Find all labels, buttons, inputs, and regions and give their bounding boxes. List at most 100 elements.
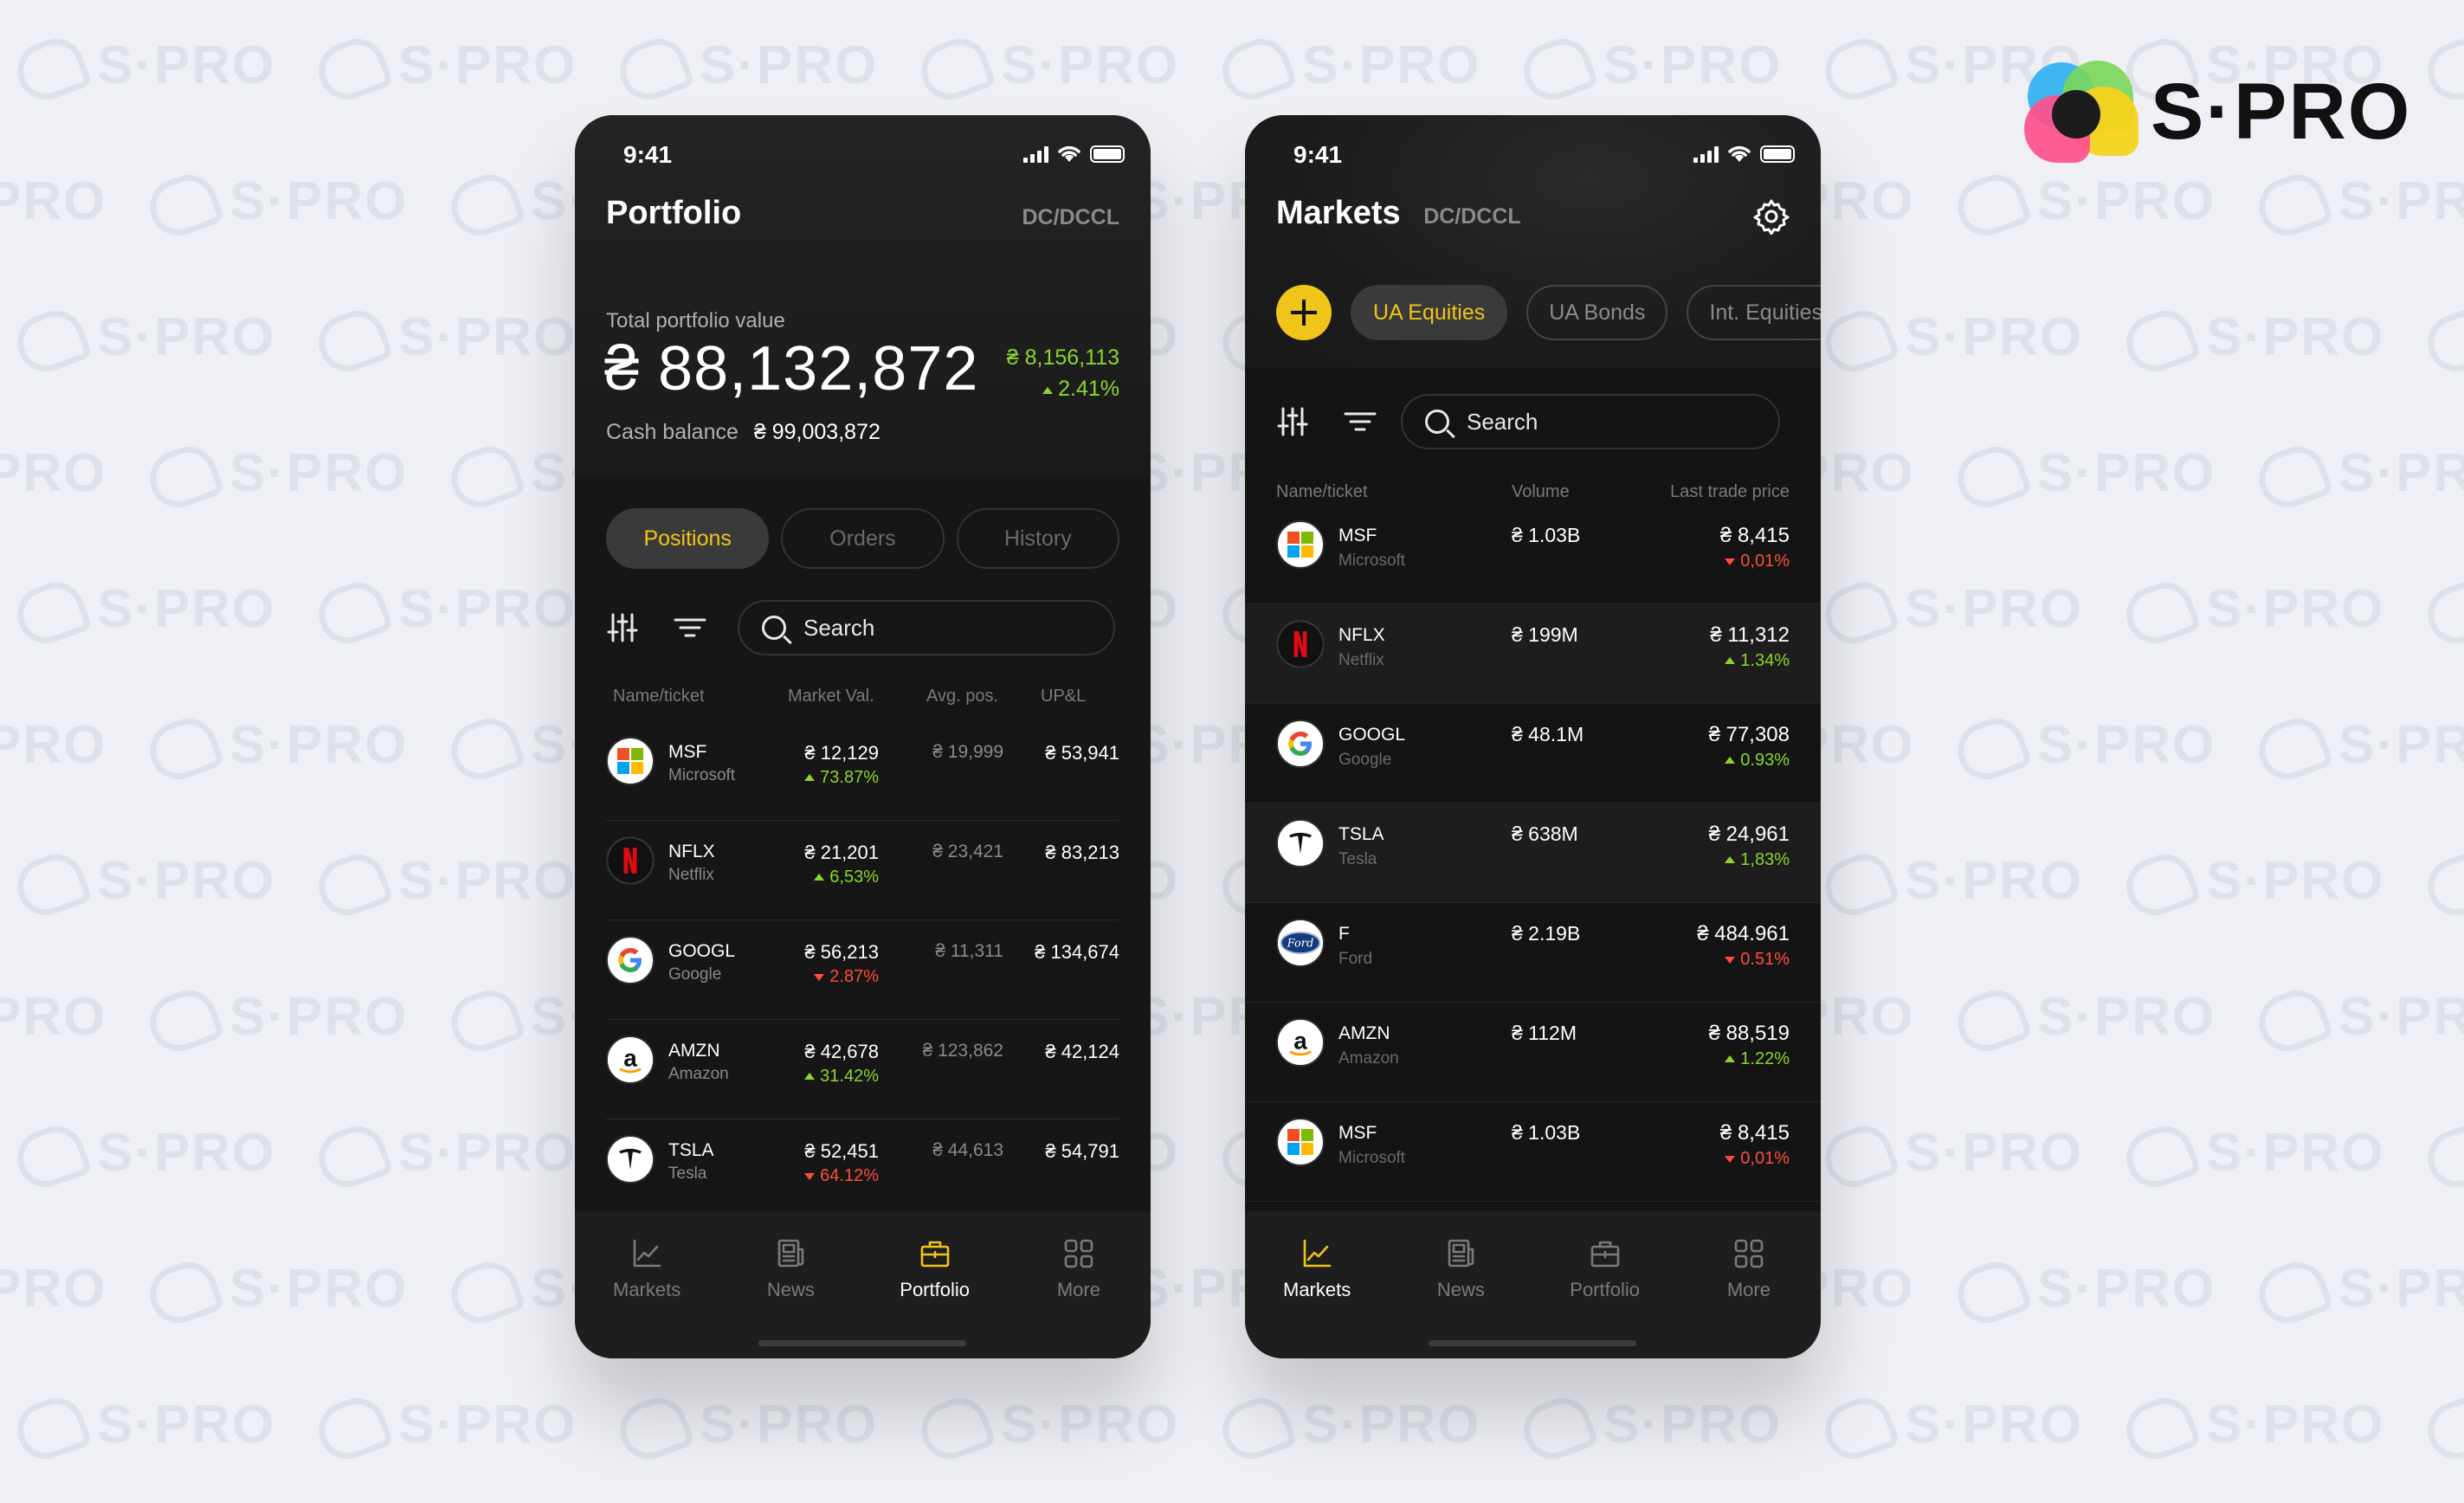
- column-header-avg-pos: Avg. pos.: [926, 687, 999, 706]
- watermark-tile: S·PRO: [2119, 302, 2384, 379]
- avg-position: ₴ 11,311: [935, 941, 1003, 961]
- arrow-up-icon: [804, 774, 816, 781]
- adjust-sliders-icon[interactable]: [606, 611, 639, 644]
- search-icon: [762, 616, 786, 640]
- watermark-tile: S·PRO: [2119, 574, 2384, 651]
- table-row[interactable]: a AMZN Amazon ₴ 112M ₴ 88,519 1.22%: [1245, 1003, 1821, 1102]
- market-value: ₴ 21,201: [804, 842, 879, 863]
- positions-list: MSF Microsoft ₴ 12,129 73.87% ₴ 19,999 ₴ 53,9…: [606, 721, 1119, 1219]
- tesla-icon: [606, 1135, 655, 1184]
- watermark-tile: S·PRO: [311, 1118, 577, 1195]
- status-bar: 9:41: [1245, 134, 1821, 177]
- watermark-tile: S·PRO: [2251, 982, 2464, 1059]
- arrow-up-icon: [1725, 657, 1736, 664]
- nav-item-news[interactable]: News: [1389, 1211, 1532, 1358]
- tab-history[interactable]: History: [956, 508, 1119, 569]
- change-percent: 0.93%: [1725, 751, 1790, 771]
- gear-icon[interactable]: [1753, 198, 1790, 235]
- change-percent: 64.12%: [804, 1166, 879, 1186]
- search-input[interactable]: Search: [1401, 394, 1780, 449]
- amazon-icon: a: [1276, 1018, 1325, 1067]
- volume: ₴ 112M: [1512, 1022, 1577, 1044]
- add-icon[interactable]: [1276, 285, 1332, 340]
- watermark-tile: S·PRO: [1817, 1118, 2083, 1195]
- adjust-sliders-icon[interactable]: [1276, 405, 1309, 438]
- column-header-name: Name/ticket: [613, 687, 705, 706]
- nav-item-news[interactable]: News: [719, 1211, 862, 1358]
- watermark-tile: S·PRO: [2251, 1254, 2464, 1331]
- cash-balance-value: ₴ 99,003,872: [753, 420, 880, 444]
- portfolio-tabs: Positions Orders History: [606, 508, 1119, 569]
- table-row[interactable]: MSF Microsoft ₴ 1.03B ₴ 8,415 0,01%: [1245, 505, 1821, 604]
- change-percent: 1.22%: [1725, 1049, 1790, 1069]
- svg-text:a: a: [1293, 1027, 1307, 1054]
- ticker: GOOGL: [1338, 725, 1406, 745]
- table-row[interactable]: MSF Microsoft ₴ 1.03B ₴ 8,415 0,01%: [1245, 1102, 1821, 1202]
- nav-item-portfolio[interactable]: Portfolio: [863, 1211, 1007, 1358]
- table-row[interactable]: Ford F Ford ₴ 2.19B ₴ 484.961 0.51%: [1245, 903, 1821, 1003]
- nav-item-portfolio[interactable]: Portfolio: [1533, 1211, 1677, 1358]
- nav-item-more[interactable]: More: [1007, 1211, 1151, 1358]
- company-name: Amazon: [1338, 1049, 1399, 1068]
- watermark-tile: S·PRO: [612, 1390, 878, 1467]
- company-name: Ford: [1338, 950, 1373, 968]
- table-row[interactable]: GOOGL Google ₴ 48.1M ₴ 77,308 0.93%: [1245, 704, 1821, 803]
- table-row[interactable]: a AMZN Amazon ₴ 42,678 31.42% ₴ 123,862 ₴ 42,1…: [606, 1020, 1119, 1119]
- ticker: F: [1338, 924, 1350, 944]
- nav-item-markets[interactable]: Markets: [575, 1211, 719, 1358]
- chip-ua-bonds[interactable]: UA Bonds: [1526, 285, 1668, 340]
- total-change-amount: ₴ 8,156,113: [1006, 345, 1119, 370]
- google-icon: [1276, 719, 1325, 768]
- ticker: NFLX: [1338, 625, 1385, 645]
- tab-positions[interactable]: Positions: [606, 508, 770, 569]
- watermark-tile: S·PRO: [1215, 1390, 1480, 1467]
- cash-balance: Cash balance ₴ 99,003,872: [606, 420, 880, 445]
- google-icon: [606, 936, 655, 984]
- chip-int-equities[interactable]: Int. Equities: [1687, 285, 1821, 340]
- account-code[interactable]: DC/DCCL: [1022, 205, 1120, 230]
- nav-item-more[interactable]: More: [1677, 1211, 1821, 1358]
- company-name: Netflix: [1338, 651, 1384, 669]
- table-row[interactable]: NFLX Netflix ₴ 21,201 6,53% ₴ 23,421 ₴ 83,213: [606, 821, 1119, 920]
- watermark-tile: S·PRO: [1950, 438, 2216, 515]
- market-value: ₴ 56,213: [804, 941, 879, 963]
- watermark-tile: S·PRO: [913, 30, 1179, 107]
- watermark-tile: S·PRO: [311, 574, 577, 651]
- tab-orders[interactable]: Orders: [781, 508, 945, 569]
- sort-filter-icon[interactable]: [1344, 405, 1377, 438]
- company-name: Microsoft: [668, 766, 736, 784]
- change-percent: 1,83%: [1725, 850, 1790, 870]
- nav-item-markets[interactable]: Markets: [1245, 1211, 1389, 1358]
- company-name: Netflix: [668, 866, 714, 884]
- table-row[interactable]: GOOGL Google ₴ 56,213 2.87% ₴ 11,311 ₴ 134,67…: [606, 920, 1119, 1020]
- avg-position: ₴ 19,999: [932, 742, 1003, 762]
- table-row[interactable]: TSLA Tesla ₴ 52,451 64.12% ₴ 44,613 ₴ 54,791: [606, 1119, 1119, 1219]
- change-percent: 73.87%: [804, 768, 879, 788]
- watermark-tile: S·PRO: [2420, 30, 2464, 107]
- total-value: ₴ 88,132,872: [604, 334, 979, 403]
- watermark-tile: S·PRO: [10, 30, 275, 107]
- search-input[interactable]: Search: [738, 600, 1115, 655]
- account-code[interactable]: DC/DCCL: [1423, 204, 1521, 229]
- ticker: TSLA: [668, 1140, 714, 1160]
- table-row[interactable]: MSF Microsoft ₴ 12,129 73.87% ₴ 19,999 ₴ 53,9…: [606, 721, 1119, 821]
- battery-icon: [1090, 145, 1125, 163]
- watermark-tile: S·PRO: [1950, 1254, 2216, 1331]
- total-value-label: Total portfolio value: [606, 309, 785, 332]
- watermark-tile: S·PRO: [311, 1390, 577, 1467]
- table-row[interactable]: NFLX Netflix ₴ 199M ₴ 11,312 1.34%: [1245, 604, 1821, 704]
- watermark-tile: S·PRO: [142, 438, 408, 515]
- watermark-tile: S·PRO: [1950, 710, 2216, 787]
- watermark-tile: S·PRO: [2420, 302, 2464, 379]
- microsoft-icon: [606, 737, 655, 785]
- nav-label: More: [1726, 1279, 1771, 1300]
- watermark-tile: S·PRO: [0, 1259, 107, 1319]
- chart-icon: [630, 1237, 663, 1270]
- last-trade-price: ₴ 11,312: [1710, 623, 1790, 647]
- arrow-up-icon: [804, 1073, 816, 1080]
- search-placeholder: Search: [803, 614, 875, 641]
- sort-filter-icon[interactable]: [674, 611, 706, 644]
- table-row[interactable]: TSLA Tesla ₴ 638M ₴ 24,961 1,83%: [1245, 803, 1821, 903]
- chip-ua-equities[interactable]: UA Equities: [1351, 285, 1508, 340]
- microsoft-icon: [1276, 1118, 1325, 1166]
